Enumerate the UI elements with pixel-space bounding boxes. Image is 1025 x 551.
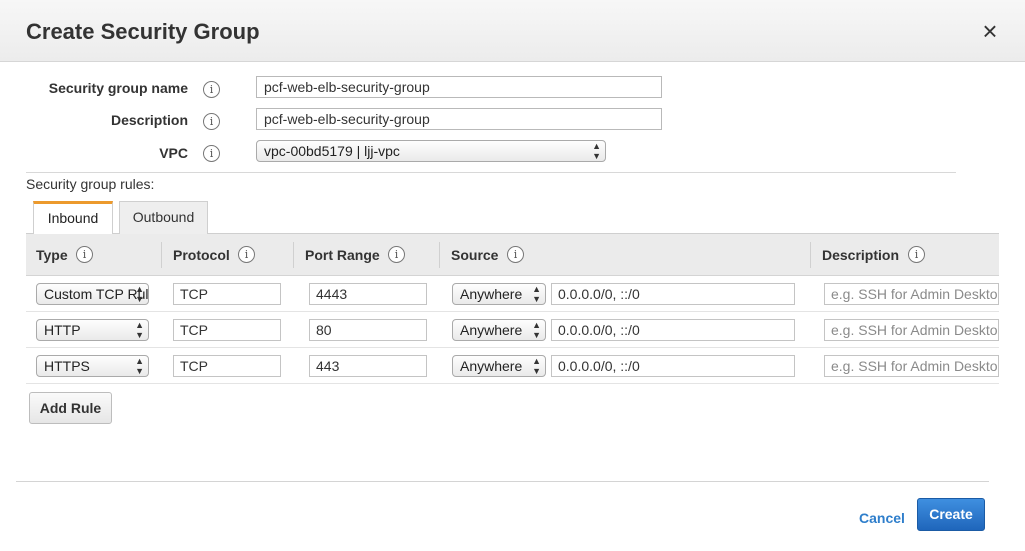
tab-outbound[interactable]: Outbound xyxy=(119,201,208,234)
port-range-input[interactable]: 443 xyxy=(309,355,427,377)
dialog-title: Create Security Group xyxy=(26,19,260,44)
info-icon[interactable]: i xyxy=(203,113,220,130)
table-row: HTTPS ▲ ▼ TCP 443 Anywhere ▲ ▼ 0.0.0.0/0, … xyxy=(26,348,999,384)
source-cidr-input[interactable]: 0.0.0.0/0, ::/0 xyxy=(551,319,795,341)
description-input[interactable]: e.g. SSH for Admin Desktop xyxy=(824,283,999,305)
select-arrows-icon: ▲ ▼ xyxy=(135,284,144,304)
rule-type-select[interactable]: HTTP ▲ ▼ xyxy=(36,319,149,341)
vpc-select[interactable]: vpc-00bd5179 | ljj-vpc ▲ ▼ xyxy=(256,140,606,162)
source-type-select[interactable]: Anywhere ▲ ▼ xyxy=(452,319,546,341)
protocol-field[interactable]: TCP xyxy=(173,355,281,377)
description-input[interactable]: e.g. SSH for Admin Desktop xyxy=(824,319,999,341)
column-header-type: Type xyxy=(36,234,68,276)
column-header-source-label: Source xyxy=(451,247,499,263)
column-separator xyxy=(161,242,162,268)
column-header-port-range-label: Port Range xyxy=(305,247,380,263)
section-divider xyxy=(26,172,956,173)
port-range-input[interactable]: 4443 xyxy=(309,283,427,305)
column-separator xyxy=(439,242,440,268)
cancel-button[interactable]: Cancel xyxy=(859,510,905,526)
info-icon[interactable]: i xyxy=(238,246,255,263)
source-type-value: Anywhere xyxy=(460,358,523,374)
source-type-select[interactable]: Anywhere ▲ ▼ xyxy=(452,283,546,305)
info-icon[interactable]: i xyxy=(203,81,220,98)
select-arrows-icon: ▲ ▼ xyxy=(532,356,541,376)
protocol-field[interactable]: TCP xyxy=(173,319,281,341)
column-header-type-label: Type xyxy=(36,247,68,263)
source-type-value: Anywhere xyxy=(460,286,523,302)
column-separator xyxy=(810,242,811,268)
rule-type-value: HTTPS xyxy=(44,358,90,374)
vpc-select-value: vpc-00bd5179 | ljj-vpc xyxy=(264,143,400,159)
rules-table-header: Type i Protocol i Port Range i Source i … xyxy=(26,234,999,276)
info-icon[interactable]: i xyxy=(908,246,925,263)
rule-type-value: Custom TCP Rule xyxy=(44,286,149,302)
info-icon[interactable]: i xyxy=(507,246,524,263)
info-icon[interactable]: i xyxy=(388,246,405,263)
dialog-header: Create Security Group × xyxy=(0,0,1025,62)
security-group-name-label: Security group name xyxy=(48,80,188,96)
source-type-value: Anywhere xyxy=(460,322,523,338)
rule-type-select[interactable]: HTTPS ▲ ▼ xyxy=(36,355,149,377)
description-label: Description xyxy=(110,112,188,128)
select-arrows-icon: ▲ ▼ xyxy=(532,320,541,340)
description-input[interactable]: e.g. SSH for Admin Desktop xyxy=(824,355,999,377)
column-header-protocol: Protocol xyxy=(173,234,230,276)
column-header-port-range: Port Range xyxy=(305,234,380,276)
info-icon[interactable]: i xyxy=(76,246,93,263)
source-cidr-input[interactable]: 0.0.0.0/0, ::/0 xyxy=(551,283,795,305)
rule-type-value: HTTP xyxy=(44,322,81,338)
table-row: Custom TCP Rule ▲ ▼ TCP 4443 Anywhere ▲ ▼ … xyxy=(26,276,999,312)
select-arrows-icon: ▲ ▼ xyxy=(592,141,601,161)
security-group-name-input[interactable] xyxy=(256,76,662,98)
column-header-description: Description xyxy=(822,234,899,276)
source-cidr-input[interactable]: 0.0.0.0/0, ::/0 xyxy=(551,355,795,377)
protocol-field[interactable]: TCP xyxy=(173,283,281,305)
footer-divider xyxy=(16,481,989,482)
add-rule-button[interactable]: Add Rule xyxy=(29,392,112,424)
column-separator xyxy=(293,242,294,268)
info-icon[interactable]: i xyxy=(203,145,220,162)
port-range-input[interactable]: 80 xyxy=(309,319,427,341)
create-button[interactable]: Create xyxy=(917,498,985,531)
source-type-select[interactable]: Anywhere ▲ ▼ xyxy=(452,355,546,377)
select-arrows-icon: ▲ ▼ xyxy=(532,284,541,304)
vpc-label: VPC xyxy=(159,145,188,161)
security-group-rules-label: Security group rules: xyxy=(26,176,155,192)
description-input[interactable] xyxy=(256,108,662,130)
close-icon[interactable]: × xyxy=(976,17,1004,45)
tab-inbound[interactable]: Inbound xyxy=(33,201,113,235)
rule-type-select[interactable]: Custom TCP Rule ▲ ▼ xyxy=(36,283,149,305)
column-header-source: Source xyxy=(451,234,498,276)
column-header-protocol-label: Protocol xyxy=(173,247,230,263)
column-header-description-label: Description xyxy=(822,247,900,263)
table-row: HTTP ▲ ▼ TCP 80 Anywhere ▲ ▼ 0.0.0.0/0, ::… xyxy=(26,312,999,348)
create-security-group-dialog: Create Security Group × Security group n… xyxy=(0,0,1025,551)
select-arrows-icon: ▲ ▼ xyxy=(135,320,144,340)
select-arrows-icon: ▲ ▼ xyxy=(135,356,144,376)
